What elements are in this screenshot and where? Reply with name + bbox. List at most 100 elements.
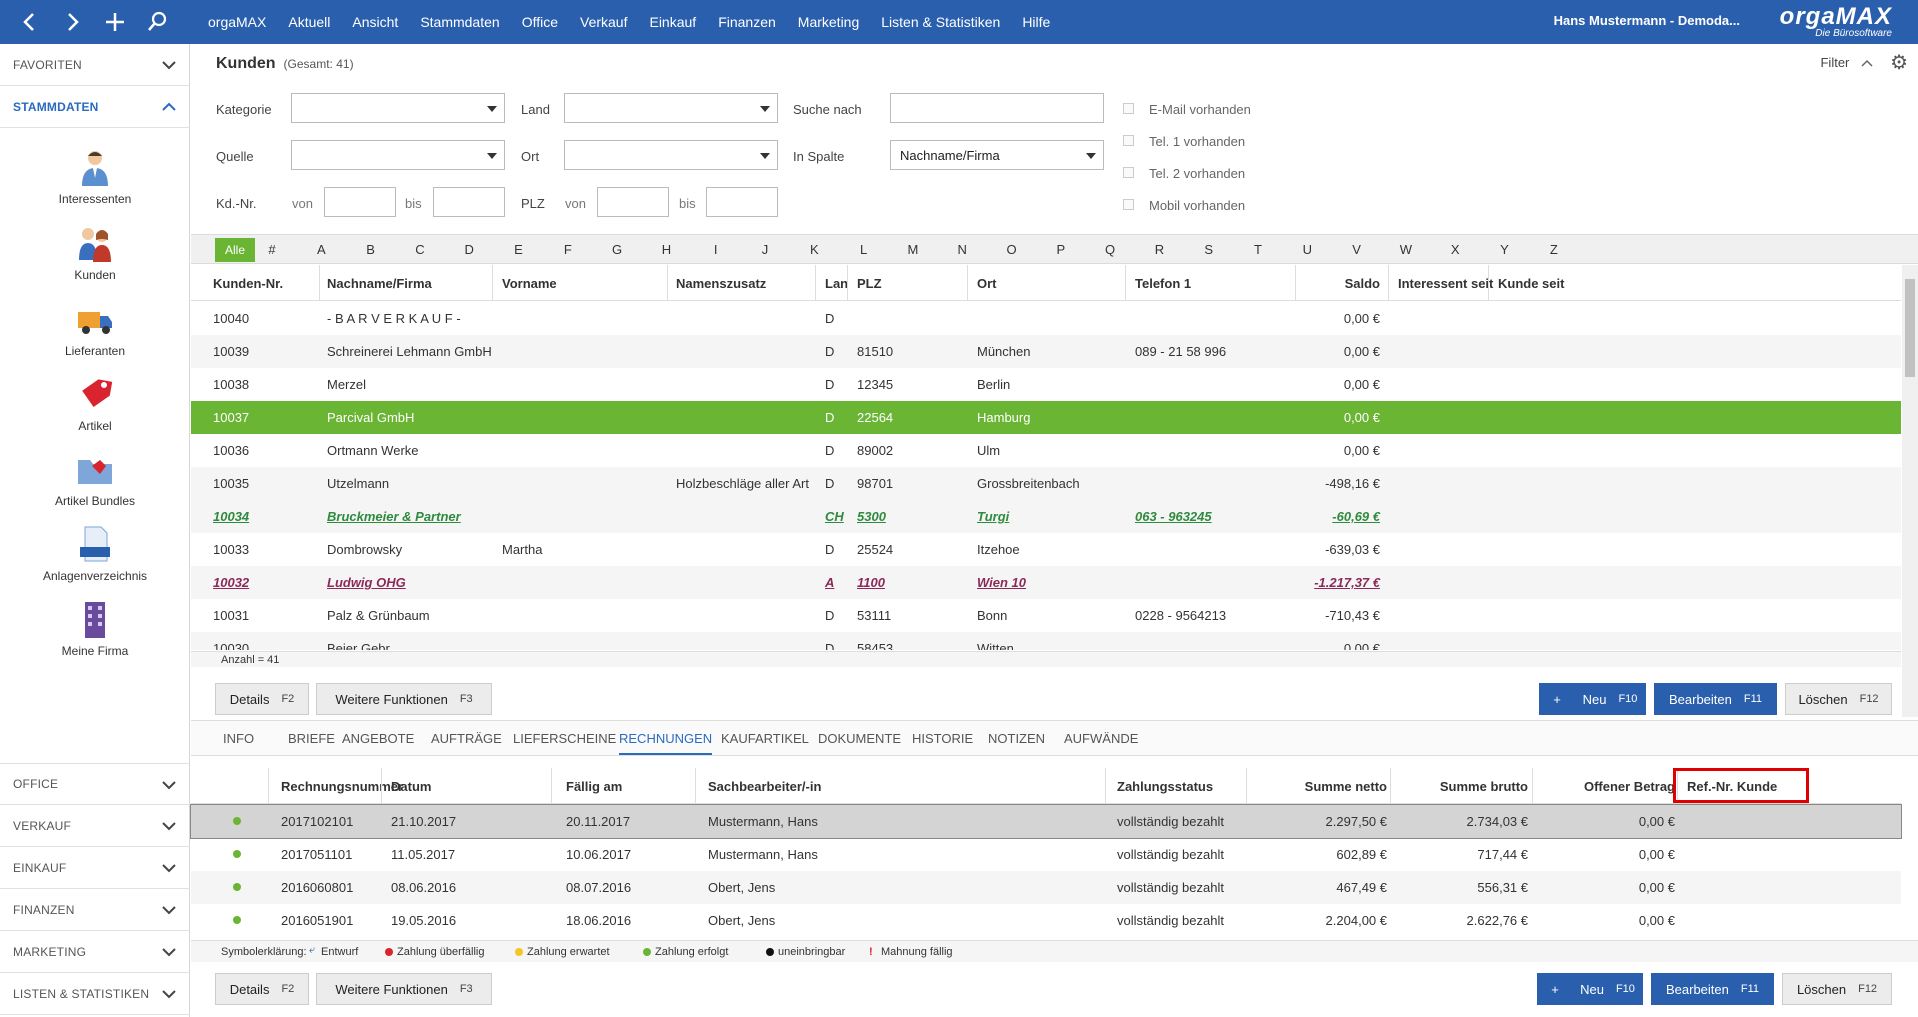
tab-lieferscheine[interactable]: LIEFERSCHEINE — [513, 731, 616, 746]
column-header[interactable]: Datum — [391, 779, 431, 794]
search-button[interactable] — [145, 10, 169, 34]
sidebar-finanzen[interactable]: FINANZEN — [0, 889, 190, 931]
tab-angebote[interactable]: ANGEBOTE — [342, 731, 414, 746]
sidebar-stammdaten[interactable]: STAMMDATEN — [0, 86, 190, 128]
tab-aufträge[interactable]: AUFTRÄGE — [431, 731, 502, 746]
column-header[interactable]: Land — [825, 276, 847, 291]
table-row[interactable]: 10031 Palz & Grünbaum D 53111 Bonn 0228 - 956… — [191, 599, 1901, 632]
column-header[interactable]: PLZ — [857, 276, 882, 291]
column-separator[interactable] — [1246, 768, 1247, 804]
sidebar-listen-statistiken[interactable]: LISTEN & STATISTIKEN — [0, 973, 190, 1015]
menu-aktuell[interactable]: Aktuell — [288, 14, 330, 30]
tab-dokumente[interactable]: DOKUMENTE — [818, 731, 901, 746]
email-checkbox[interactable] — [1123, 103, 1134, 114]
bearbeiten-button-2[interactable]: Bearbeiten F11 — [1651, 973, 1774, 1005]
sidebar-marketing[interactable]: MARKETING — [0, 931, 190, 973]
column-separator[interactable] — [381, 768, 382, 804]
column-header[interactable]: Summe brutto — [1440, 779, 1528, 794]
column-header[interactable]: Offener Betrag — [1584, 779, 1675, 794]
table-row[interactable]: 2017102101 21.10.2017 20.11.2017 Mustermann… — [190, 804, 1902, 839]
kdnr-to-input[interactable] — [433, 187, 505, 217]
tab-aufwände[interactable]: AUFWÄNDE — [1064, 731, 1138, 746]
kdnr-from-input[interactable] — [324, 187, 396, 217]
column-separator[interactable] — [492, 265, 493, 301]
column-header[interactable]: Rechnungsnummer — [281, 779, 403, 794]
table-row[interactable]: 10030 Beier Gebr. D 58453 Witten 0,00 € — [191, 632, 1901, 650]
bearbeiten-button[interactable]: Bearbeiten F11 — [1654, 683, 1777, 715]
sidebar-item-interessenten[interactable]: Interessenten — [0, 148, 190, 223]
user-name[interactable]: Hans Mustermann - Demoda... — [1554, 13, 1740, 28]
column-separator[interactable] — [667, 265, 668, 301]
menu-office[interactable]: Office — [522, 14, 558, 30]
table-row[interactable]: 10037 Parcival GmbH D 22564 Hamburg 0,00 € — [191, 401, 1901, 434]
alpha-filter-letter[interactable]: E — [509, 242, 529, 257]
tab-info[interactable]: INFO — [223, 731, 254, 746]
kategorie-select[interactable] — [291, 93, 505, 123]
sidebar-favoriten[interactable]: FAVORITEN — [0, 44, 190, 86]
tab-notizen[interactable]: NOTIZEN — [988, 731, 1045, 746]
column-header[interactable]: Telefon 1 — [1135, 276, 1191, 291]
tab-historie[interactable]: HISTORIE — [912, 731, 973, 746]
mobil-checkbox[interactable] — [1123, 199, 1134, 210]
weitere-funktionen-button[interactable]: Weitere Funktionen F3 — [316, 683, 492, 715]
alpha-filter-letter[interactable]: G — [607, 242, 627, 257]
alpha-filter-letter[interactable]: H — [656, 242, 676, 257]
alpha-filter-letter[interactable]: W — [1396, 242, 1416, 257]
menu-einkauf[interactable]: Einkauf — [649, 14, 696, 30]
table-row[interactable]: 10033 Dombrowsky Martha D 25524 Itzehoe -639,0… — [191, 533, 1901, 566]
alpha-filter-letter[interactable]: Y — [1495, 242, 1515, 257]
tab-briefe[interactable]: BRIEFE — [288, 731, 335, 746]
tel2-checkbox[interactable] — [1123, 167, 1134, 178]
alpha-filter-letter[interactable]: V — [1347, 242, 1367, 257]
column-separator[interactable] — [1125, 265, 1126, 301]
back-button[interactable] — [18, 10, 42, 34]
column-separator[interactable] — [1105, 768, 1106, 804]
column-separator[interactable] — [1295, 265, 1296, 301]
sidebar-item-anlagenverzeichnis[interactable]: Anlagenverzeichnis — [0, 525, 190, 600]
menu-stammdaten[interactable]: Stammdaten — [420, 14, 499, 30]
table-row[interactable]: 10038 Merzel D 12345 Berlin 0,00 € — [191, 368, 1901, 401]
quelle-select[interactable] — [291, 140, 505, 170]
sidebar-item-artikel[interactable]: Artikel — [0, 375, 190, 450]
sidebar-item-kunden[interactable]: Kunden — [0, 224, 190, 299]
sidebar-office[interactable]: OFFICE — [0, 763, 190, 805]
table-row[interactable]: 2017051101 11.05.2017 10.06.2017 Mustermann… — [191, 838, 1901, 871]
customer-scrollbar[interactable] — [1902, 265, 1918, 717]
neu-button-2[interactable]: Neu F10 — [1572, 973, 1643, 1005]
alpha-filter-letter[interactable]: A — [311, 242, 331, 257]
alpha-filter-letter[interactable]: # — [262, 242, 282, 257]
sidebar-item-artikel-bundles[interactable]: Artikel Bundles — [0, 450, 190, 525]
ort-select[interactable] — [564, 140, 778, 170]
menu-hilfe[interactable]: Hilfe — [1022, 14, 1050, 30]
alpha-filter-letter[interactable]: I — [706, 242, 726, 257]
alpha-filter-letter[interactable]: R — [1149, 242, 1169, 257]
alpha-filter-letter[interactable]: S — [1199, 242, 1219, 257]
menu-listen-statistiken[interactable]: Listen & Statistiken — [881, 14, 1000, 30]
plz-to-input[interactable] — [706, 187, 778, 217]
loeschen-button[interactable]: Löschen F12 — [1785, 683, 1892, 715]
tab-rechnungen[interactable]: RECHNUNGEN — [619, 731, 713, 755]
menu-verkauf[interactable]: Verkauf — [580, 14, 627, 30]
column-separator[interactable] — [268, 768, 269, 804]
in-spalte-select[interactable]: Nachname/Firma — [890, 140, 1104, 170]
column-separator[interactable] — [1390, 768, 1391, 804]
menu-ansicht[interactable]: Ansicht — [352, 14, 398, 30]
alpha-filter-letter[interactable]: Z — [1544, 242, 1564, 257]
alpha-filter-letter[interactable]: O — [1002, 242, 1022, 257]
column-header[interactable]: Kunden-Nr. — [213, 276, 283, 291]
column-header[interactable]: Namenszusatz — [676, 276, 766, 291]
table-row[interactable]: 10036 Ortmann Werke D 89002 Ulm 0,00 € — [191, 434, 1901, 467]
sidebar-item-meine-firma[interactable]: Meine Firma — [0, 600, 190, 675]
alpha-filter-letter[interactable]: T — [1248, 242, 1268, 257]
alpha-filter-letter[interactable]: L — [854, 242, 874, 257]
plz-from-input[interactable] — [597, 187, 669, 217]
column-header[interactable]: Summe netto — [1305, 779, 1387, 794]
column-header[interactable]: Zahlungsstatus — [1117, 779, 1213, 794]
table-row[interactable]: 2016060801 08.06.2016 08.07.2016 Obert, Jen… — [191, 871, 1901, 904]
column-separator[interactable] — [319, 265, 320, 301]
column-separator[interactable] — [695, 768, 696, 804]
alpha-filter-letter[interactable]: X — [1445, 242, 1465, 257]
weitere-funktionen-button-2[interactable]: Weitere Funktionen F3 — [316, 973, 492, 1005]
tab-kaufartikel[interactable]: KAUFARTIKEL — [721, 731, 809, 746]
scrollbar-thumb[interactable] — [1905, 279, 1915, 377]
